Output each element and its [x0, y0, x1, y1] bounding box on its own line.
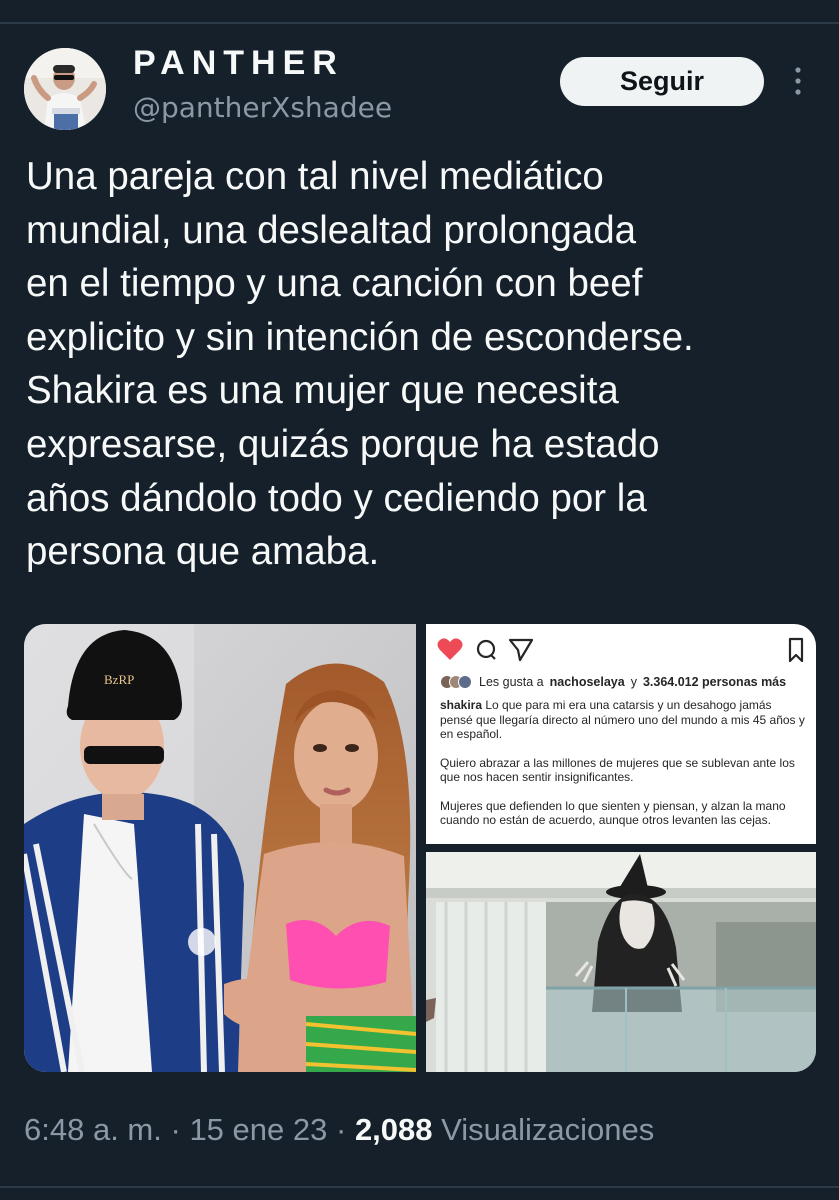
follow-button[interactable]: Seguir — [560, 57, 764, 106]
caption-paragraph: Mujeres que defienden lo que sienten y p… — [440, 798, 786, 828]
heart-icon — [437, 638, 463, 660]
views-label[interactable]: Visualizaciones — [441, 1112, 654, 1147]
user-handle[interactable]: @pantherXshadee — [133, 91, 392, 124]
bookmark-icon — [788, 637, 804, 663]
tweet-meta: 6:48 a. m. · 15 ene 23 · 2,088 Visualiza… — [24, 1112, 654, 1148]
separator: · — [170, 1112, 181, 1147]
views-count[interactable]: 2,088 — [355, 1112, 433, 1147]
tweet-text-line: Shakira es una mujer que necesita — [26, 369, 619, 413]
instagram-likes: Les gusta a nachoselaya y 3.364.012 pers… — [440, 672, 810, 692]
separator: · — [335, 1112, 347, 1147]
instagram-actions — [437, 637, 804, 663]
avatar[interactable] — [24, 48, 106, 130]
caption-user: shakira — [440, 698, 483, 712]
tweet-date[interactable]: 15 ene 23 — [189, 1112, 327, 1147]
tweet-text: Una pareja con tal nivel mediático mundi… — [26, 150, 826, 579]
likes-prefix: Les gusta a — [479, 675, 544, 689]
more-vertical-icon — [795, 67, 801, 95]
caption-paragraph: Lo que para mi era una catarsis y un des… — [440, 698, 805, 741]
likes-count: 3.364.012 personas más — [642, 675, 787, 689]
media-grid: BzRP Les gusta a nachoselaya y 3.364.012… — [24, 624, 816, 1072]
instagram-caption: shakira Lo que para mi era una catarsis … — [440, 698, 806, 842]
tweet-text-line: Una pareja con tal nivel mediático — [26, 155, 604, 198]
liker-avatars — [440, 675, 472, 689]
couple-photo-image: BzRP — [24, 624, 417, 1072]
more-options-button[interactable] — [785, 64, 811, 98]
cap-logo-text: BzRP — [104, 672, 134, 687]
witch-photo-image — [426, 852, 816, 1072]
media-photo-witch[interactable] — [426, 852, 816, 1072]
media-instagram-screenshot[interactable]: Les gusta a nachoselaya y 3.364.012 pers… — [426, 624, 816, 844]
top-divider — [0, 22, 839, 24]
media-photo-couple[interactable]: BzRP — [24, 624, 417, 1072]
caption-paragraph: Quiero abrazar a las millones de mujeres… — [440, 755, 795, 785]
bottom-divider — [0, 1186, 839, 1188]
likes-user: nachoselaya — [549, 675, 625, 689]
tweet-text-line: expresarse, quizás porque ha estado — [26, 422, 660, 466]
tweet-text-line: años dándolo todo y cediendo por la — [26, 476, 647, 520]
tweet-text-line: en el tiempo y una canción con beef — [26, 262, 643, 306]
likes-mid: y — [630, 675, 637, 689]
tweet-text-line: mundial, una deslealtad prolongada — [26, 208, 637, 252]
tweet-text-line: explicito y sin intención de esconderse. — [26, 315, 694, 359]
tweet-text-line: persona que amaba. — [26, 530, 380, 574]
tweet-time[interactable]: 6:48 a. m. — [24, 1112, 162, 1147]
avatar-image — [24, 48, 106, 130]
display-name[interactable]: PANTHER — [133, 44, 344, 83]
share-icon — [508, 638, 534, 662]
